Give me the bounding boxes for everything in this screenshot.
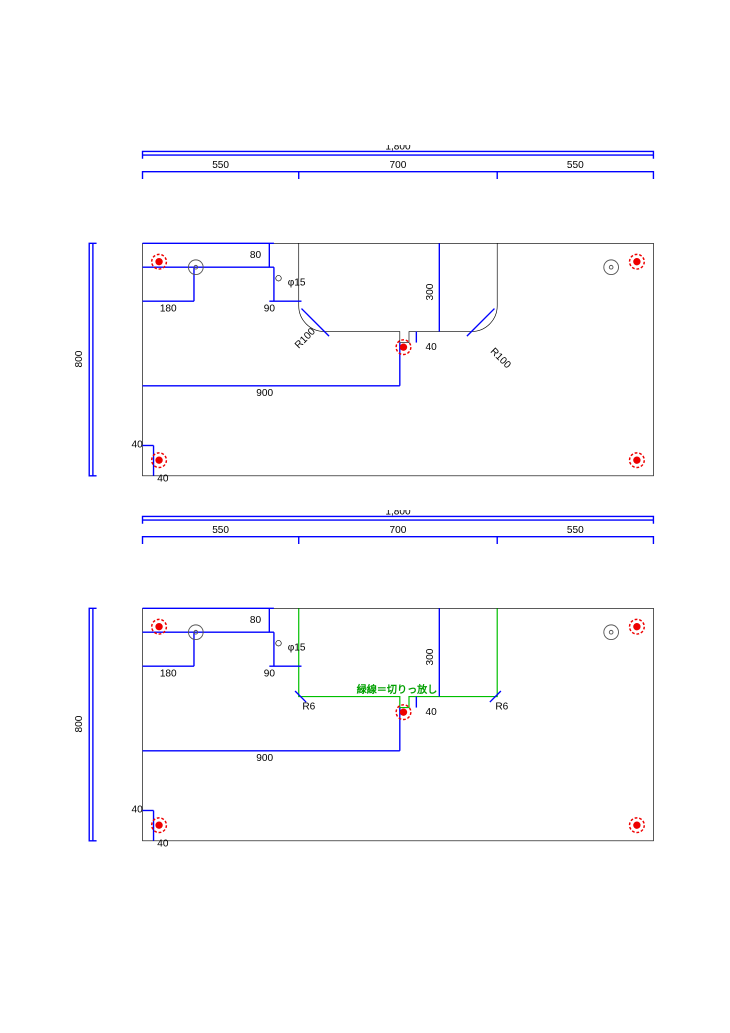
page: 1,800 550 700 550 800 80 180 90 300 40 9…	[0, 0, 730, 1033]
dim-corner-in: 40	[131, 439, 143, 450]
dim-180: 180	[160, 303, 177, 314]
dim-300: 300	[425, 648, 436, 665]
dim-w-left: 550	[212, 525, 229, 536]
dim-w-mid: 700	[390, 160, 407, 171]
dim-w-left: 550	[212, 160, 229, 171]
dim-overall-w: 1,800	[385, 145, 411, 153]
leg-icon	[396, 340, 411, 355]
dim-40-notch: 40	[426, 342, 438, 353]
dim-corner-up: 40	[157, 838, 169, 849]
dim-overall-w: 1,800	[385, 510, 411, 518]
dim-90: 90	[264, 668, 276, 679]
dim-w-mid: 700	[390, 525, 407, 536]
dim-80: 80	[250, 615, 262, 626]
dim-900: 900	[256, 753, 273, 764]
dim-phi: φ15	[288, 278, 306, 289]
green-note: 緑線＝切りっ放し	[357, 683, 438, 696]
dim-corner-in: 40	[131, 804, 143, 815]
hole-icon	[604, 260, 619, 275]
dim-corner-up: 40	[157, 473, 169, 484]
dim-300: 300	[425, 283, 436, 300]
hole-icon	[604, 625, 619, 640]
leg-icon	[630, 453, 645, 468]
dim-80: 80	[250, 250, 262, 261]
dim-overall-h: 800	[75, 350, 85, 367]
dim-w-right: 550	[567, 525, 584, 536]
leg-icon	[630, 619, 645, 634]
dim-180: 180	[160, 668, 177, 679]
dim-90: 90	[264, 303, 276, 314]
dim-900: 900	[256, 388, 273, 399]
dim-r-right: R6	[495, 701, 508, 712]
leg-icon	[630, 254, 645, 269]
dim-r-left: R6	[302, 701, 315, 712]
drawing-top: 1,800 550 700 550 800 80 180 90 300 40 9…	[75, 145, 675, 485]
dim-overall-h: 800	[75, 715, 85, 732]
dim-40-notch: 40	[426, 707, 438, 718]
drawing-bottom: 1,800 550 700 550 800 緑線＝切りっ放し 80 180 90…	[75, 510, 675, 850]
dim-r-right: R100	[488, 346, 513, 371]
leg-icon	[630, 818, 645, 833]
dim-phi: φ15	[288, 643, 306, 654]
dim-w-right: 550	[567, 160, 584, 171]
